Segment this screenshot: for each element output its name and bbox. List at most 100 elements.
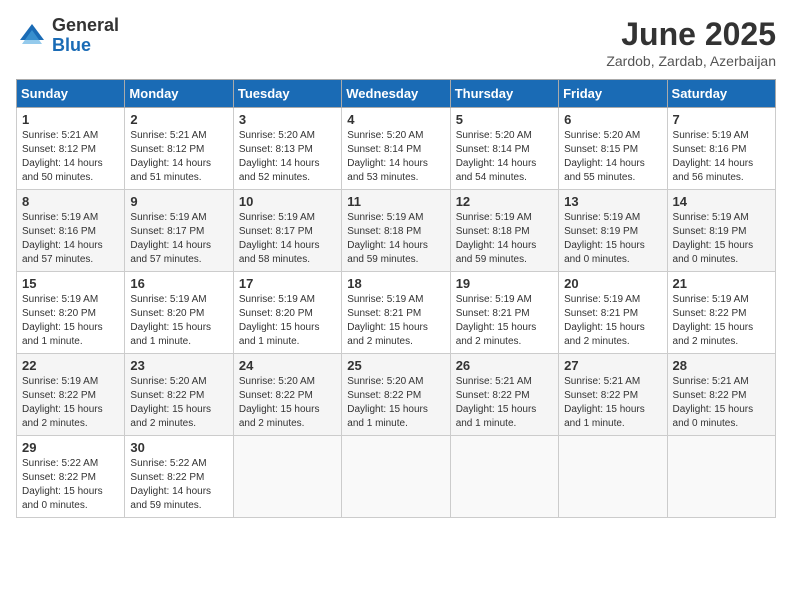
col-monday: Monday bbox=[125, 80, 233, 108]
day-info: Sunrise: 5:19 AMSunset: 8:16 PMDaylight:… bbox=[673, 129, 770, 185]
day-number: 25 bbox=[347, 358, 444, 373]
table-row: 2 Sunrise: 5:21 AM Sunset: 8:12 PM Daylight… bbox=[125, 108, 233, 190]
table-row: 18Sunrise: 5:19 AMSunset: 8:21 PMDayligh… bbox=[342, 272, 450, 354]
sunrise-info: Sunrise: 5:19 AM bbox=[456, 212, 532, 223]
sunrise-info: Sunrise: 5:19 AM bbox=[130, 212, 206, 223]
sunset-info: Sunset: 8:22 PM bbox=[130, 390, 204, 401]
sunset-info: Sunset: 8:20 PM bbox=[239, 308, 313, 319]
sunrise-info: Sunrise: 5:21 AM bbox=[673, 376, 749, 387]
table-row: 29Sunrise: 5:22 AMSunset: 8:22 PMDayligh… bbox=[17, 436, 125, 518]
day-info: Sunrise: 5:21 AM Sunset: 8:22 PM Daylight:… bbox=[673, 375, 770, 431]
sunrise-info: Sunrise: 5:19 AM bbox=[22, 294, 98, 305]
day-info: Sunrise: 5:19 AMSunset: 8:22 PMDaylight:… bbox=[22, 375, 119, 431]
daylight-info: Daylight: 14 hours and 51 minutes. bbox=[130, 158, 211, 183]
sunrise-info: Sunrise: 5:21 AM bbox=[130, 130, 206, 141]
day-info: Sunrise: 5:21 AMSunset: 8:22 PMDaylight:… bbox=[564, 375, 661, 431]
day-number: 9 bbox=[130, 194, 227, 209]
sunrise-info: Sunrise: 5:19 AM bbox=[239, 294, 315, 305]
day-number: 2 bbox=[130, 112, 227, 127]
logo-general-text: General bbox=[52, 16, 119, 36]
calendar-week-row: 1 Sunrise: 5:21 AM Sunset: 8:12 PM Daylight… bbox=[17, 108, 776, 190]
sunrise-info: Sunrise: 5:21 AM bbox=[456, 376, 532, 387]
day-info: Sunrise: 5:21 AM Sunset: 8:22 PM Daylight:… bbox=[456, 375, 553, 431]
day-info: Sunrise: 5:20 AMSunset: 8:22 PMDaylight:… bbox=[130, 375, 227, 431]
day-number: 21 bbox=[673, 276, 770, 291]
day-info: Sunrise: 5:19 AMSunset: 8:20 PMDaylight:… bbox=[130, 293, 227, 349]
sunrise-info: Sunrise: 5:20 AM bbox=[564, 130, 640, 141]
daylight-info: Daylight: 15 hours and 1 minute. bbox=[239, 322, 320, 347]
table-row: 5Sunrise: 5:20 AMSunset: 8:14 PMDaylight… bbox=[450, 108, 558, 190]
col-friday: Friday bbox=[559, 80, 667, 108]
daylight-info: Daylight: 14 hours and 59 minutes. bbox=[456, 240, 537, 265]
day-number: 15 bbox=[22, 276, 119, 291]
title-area: June 2025 Zardob, Zardab, Azerbaijan bbox=[606, 16, 776, 69]
table-row bbox=[559, 436, 667, 518]
daylight-info: Daylight: 15 hours and 2 minutes. bbox=[239, 404, 320, 429]
sunrise-info: Sunrise: 5:20 AM bbox=[347, 376, 423, 387]
sunset-info: Sunset: 8:22 PM bbox=[673, 390, 747, 401]
daylight-info: Daylight: 14 hours and 54 minutes. bbox=[456, 158, 537, 183]
sunrise-info: Sunrise: 5:20 AM bbox=[239, 130, 315, 141]
table-row: 23 Sunrise: 5:20 AMSunset: 8:22 PMDayligh… bbox=[125, 354, 233, 436]
sunset-info: Sunset: 8:22 PM bbox=[22, 472, 96, 483]
table-row: 8Sunrise: 5:19 AMSunset: 8:16 PMDaylight… bbox=[17, 190, 125, 272]
day-number: 7 bbox=[673, 112, 770, 127]
table-row: 22Sunrise: 5:19 AMSunset: 8:22 PMDayligh… bbox=[17, 354, 125, 436]
sunset-info: Sunset: 8:22 PM bbox=[673, 308, 747, 319]
day-number: 1 bbox=[22, 112, 119, 127]
day-number: 27 bbox=[564, 358, 661, 373]
daylight-info: Daylight: 14 hours and 57 minutes. bbox=[130, 240, 211, 265]
sunset-info: Sunset: 8:13 PM bbox=[239, 144, 313, 155]
calendar-week-row: 8Sunrise: 5:19 AMSunset: 8:16 PMDaylight… bbox=[17, 190, 776, 272]
day-number: 28 bbox=[673, 358, 770, 373]
day-number: 13 bbox=[564, 194, 661, 209]
calendar-header-row: Sunday Monday Tuesday Wednesday Thursday… bbox=[17, 80, 776, 108]
table-row: 4Sunrise: 5:20 AMSunset: 8:14 PMDaylight… bbox=[342, 108, 450, 190]
day-info: Sunrise: 5:19 AMSunset: 8:17 PMDaylight:… bbox=[239, 211, 336, 267]
table-row: 20Sunrise: 5:19 AMSunset: 8:21 PMDayligh… bbox=[559, 272, 667, 354]
sunset-info: Sunset: 8:14 PM bbox=[456, 144, 530, 155]
col-wednesday: Wednesday bbox=[342, 80, 450, 108]
table-row: 30Sunrise: 5:22 AMSunset: 8:22 PMDayligh… bbox=[125, 436, 233, 518]
day-number: 24 bbox=[239, 358, 336, 373]
day-info: Sunrise: 5:20 AMSunset: 8:22 PMDaylight:… bbox=[239, 375, 336, 431]
table-row bbox=[233, 436, 341, 518]
table-row: 9Sunrise: 5:19 AMSunset: 8:17 PMDaylight… bbox=[125, 190, 233, 272]
month-title: June 2025 bbox=[606, 16, 776, 53]
day-number: 6 bbox=[564, 112, 661, 127]
day-number: 26 bbox=[456, 358, 553, 373]
sunrise-info: Sunrise: 5:19 AM bbox=[564, 294, 640, 305]
day-info: Sunrise: 5:19 AMSunset: 8:21 PMDaylight:… bbox=[456, 293, 553, 349]
day-number: 14 bbox=[673, 194, 770, 209]
daylight-info: Daylight: 15 hours and 0 minutes. bbox=[673, 404, 754, 429]
col-tuesday: Tuesday bbox=[233, 80, 341, 108]
day-number: 16 bbox=[130, 276, 227, 291]
daylight-info: Daylight: 14 hours and 53 minutes. bbox=[347, 158, 428, 183]
table-row: 21Sunrise: 5:19 AMSunset: 8:22 PMDayligh… bbox=[667, 272, 775, 354]
sunrise-info: Sunrise: 5:22 AM bbox=[22, 458, 98, 469]
daylight-info: Daylight: 15 hours and 1 minute. bbox=[347, 404, 428, 429]
sunset-info: Sunset: 8:18 PM bbox=[347, 226, 421, 237]
table-row: 10Sunrise: 5:19 AMSunset: 8:17 PMDayligh… bbox=[233, 190, 341, 272]
location: Zardob, Zardab, Azerbaijan bbox=[606, 53, 776, 69]
table-row: 17Sunrise: 5:19 AMSunset: 8:20 PMDayligh… bbox=[233, 272, 341, 354]
daylight-info: Daylight: 15 hours and 1 minute. bbox=[456, 404, 537, 429]
sunset-info: Sunset: 8:12 PM bbox=[130, 144, 204, 155]
day-info: Sunrise: 5:20 AMSunset: 8:15 PMDaylight:… bbox=[564, 129, 661, 185]
sunrise-info: Sunrise: 5:20 AM bbox=[347, 130, 423, 141]
daylight-info: Daylight: 14 hours and 57 minutes. bbox=[22, 240, 103, 265]
sunset-info: Sunset: 8:22 PM bbox=[456, 390, 530, 401]
sunrise-info: Sunrise: 5:20 AM bbox=[456, 130, 532, 141]
day-number: 23 bbox=[130, 358, 227, 373]
daylight-info: Daylight: 15 hours and 2 minutes. bbox=[456, 322, 537, 347]
logo: General Blue bbox=[16, 16, 119, 56]
day-number: 3 bbox=[239, 112, 336, 127]
table-row: 16 Sunrise: 5:19 AMSunset: 8:20 PMDayligh… bbox=[125, 272, 233, 354]
day-number: 29 bbox=[22, 440, 119, 455]
sunrise-info: Sunrise: 5:19 AM bbox=[564, 212, 640, 223]
day-info: Sunrise: 5:21 AM Sunset: 8:12 PM Daylight:… bbox=[130, 129, 227, 185]
logo-text: General Blue bbox=[52, 16, 119, 56]
daylight-info: Daylight: 15 hours and 0 minutes. bbox=[564, 240, 645, 265]
day-info: Sunrise: 5:22 AMSunset: 8:22 PMDaylight:… bbox=[130, 457, 227, 513]
sunset-info: Sunset: 8:14 PM bbox=[347, 144, 421, 155]
